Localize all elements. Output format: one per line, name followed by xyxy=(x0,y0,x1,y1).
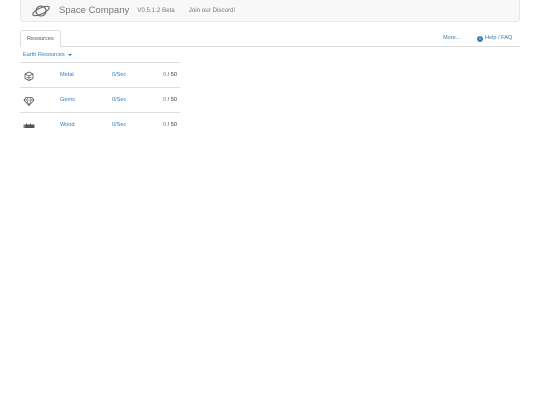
resource-row-metal[interactable]: Metal 0/Sec 0 / 50 xyxy=(20,63,180,88)
resource-name[interactable]: Gems xyxy=(60,88,75,113)
resource-amount: 0 / 50 xyxy=(163,88,177,113)
top-navbar: Space Company V0.5.1.2 Beta Join our Dis… xyxy=(20,0,520,22)
tab-resources[interactable]: Resources xyxy=(20,30,61,47)
help-faq-link[interactable]: i Help / FAQ xyxy=(477,30,512,47)
wood-icon xyxy=(23,119,35,131)
resource-rate: 0/Sec xyxy=(112,72,127,78)
metal-icon xyxy=(23,69,35,81)
brand-name[interactable]: Space Company xyxy=(59,5,129,16)
resource-rate: 0/Sec xyxy=(112,122,127,128)
gem-icon xyxy=(23,94,35,107)
resource-max: 50 xyxy=(170,122,177,128)
category-label: Earth Resources xyxy=(23,52,65,58)
resource-name[interactable]: Wood xyxy=(60,113,75,138)
resource-row-wood[interactable]: Wood 0/Sec 0 / 50 xyxy=(20,113,180,138)
resource-rate: 0/Sec xyxy=(112,97,127,103)
resource-amount: 0 / 50 xyxy=(163,63,177,88)
version-label: V0.5.1.2 Beta xyxy=(137,7,175,14)
planet-logo-icon[interactable] xyxy=(31,3,51,19)
resource-max: 50 xyxy=(170,97,177,103)
resource-name[interactable]: Metal xyxy=(60,63,74,88)
help-faq-label: Help / FAQ xyxy=(485,35,513,41)
info-circle-icon: i xyxy=(477,35,483,42)
main-tabs: Resources More... i Help / FAQ xyxy=(20,30,520,47)
discord-link[interactable]: Join our Discord! xyxy=(189,7,235,14)
more-link[interactable]: More... xyxy=(443,30,460,47)
resource-table: Metal 0/Sec 0 / 50 Gems 0/Sec 0 / 50 Woo… xyxy=(20,63,180,138)
resource-row-gems[interactable]: Gems 0/Sec 0 / 50 xyxy=(20,88,180,113)
earth-resources-dropdown[interactable]: Earth Resources xyxy=(23,52,72,58)
resource-amount: 0 / 50 xyxy=(163,113,177,138)
resource-max: 50 xyxy=(170,72,177,78)
caret-down-icon xyxy=(67,54,72,56)
